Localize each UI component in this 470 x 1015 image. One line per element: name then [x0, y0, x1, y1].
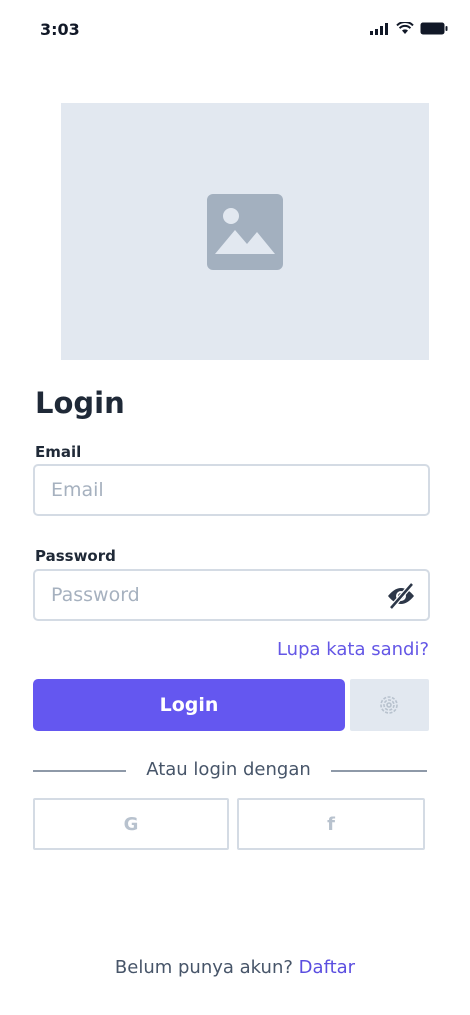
image-placeholder-icon [207, 194, 283, 270]
register-link[interactable]: Daftar [299, 957, 355, 978]
page-title: Login [35, 386, 125, 420]
fingerprint-icon [380, 696, 398, 714]
hero-image-placeholder [61, 103, 429, 360]
facebook-login-button[interactable]: f [237, 798, 425, 850]
fingerprint-login-button[interactable] [350, 679, 429, 731]
password-field-container [33, 569, 430, 621]
facebook-icon: f [327, 813, 335, 835]
status-icons [370, 22, 448, 35]
signal-icon [370, 22, 388, 35]
email-label: Email [35, 443, 82, 461]
password-label: Password [35, 547, 116, 565]
email-field-container [33, 464, 430, 516]
status-bar: 3:03 [0, 0, 470, 62]
password-field[interactable] [35, 571, 365, 619]
eye-off-icon[interactable] [386, 582, 416, 610]
divider-text: Atau login dengan [146, 759, 311, 780]
google-login-button[interactable]: G [33, 798, 229, 850]
register-prompt: Belum punya akun? Daftar [0, 957, 470, 978]
register-prompt-text: Belum punya akun? [114, 957, 293, 978]
battery-icon [420, 22, 448, 35]
divider-left [33, 770, 126, 772]
google-icon: G [123, 813, 139, 835]
status-time: 3:03 [40, 20, 80, 39]
divider-right [331, 770, 427, 772]
login-button[interactable]: Login [33, 679, 345, 731]
forgot-password-link[interactable]: Lupa kata sandi? [277, 639, 429, 660]
email-field[interactable] [35, 466, 365, 514]
wifi-icon [396, 22, 414, 34]
